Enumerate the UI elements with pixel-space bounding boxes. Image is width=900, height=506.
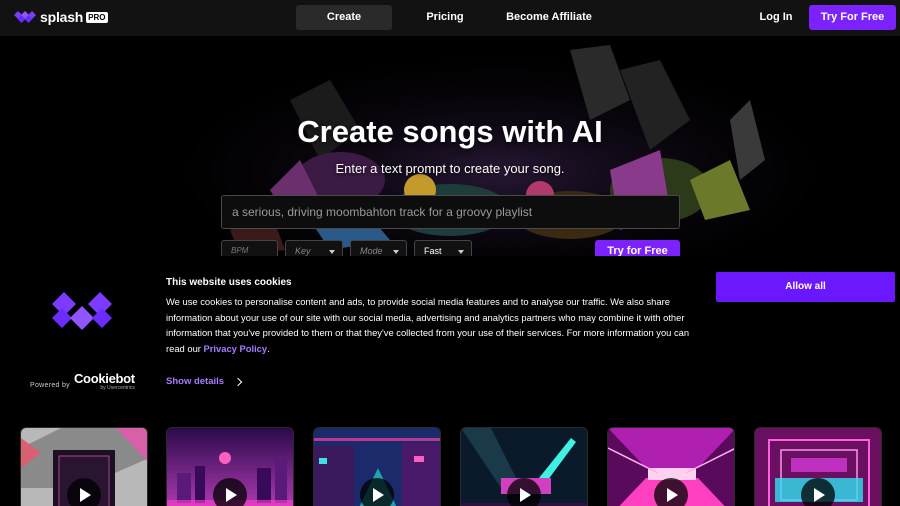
chevron-down-icon xyxy=(329,250,335,254)
powered-by-label: Powered by xyxy=(30,382,70,389)
cookiebot-logo-icon xyxy=(52,292,112,330)
privacy-policy-link[interactable]: Privacy Policy xyxy=(204,343,268,354)
splash-logo-icon xyxy=(14,11,36,23)
powered-by-cookiebot[interactable]: Powered by Cookiebot by Usercentrics xyxy=(30,372,135,391)
cookiebot-name: Cookiebot xyxy=(73,371,135,386)
chevron-down-icon xyxy=(458,250,464,254)
cookie-body: We use cookies to personalise content an… xyxy=(166,294,706,356)
show-details-label: Show details xyxy=(166,376,225,387)
track-card-2[interactable] xyxy=(166,427,294,506)
show-details-button[interactable]: Show details xyxy=(166,376,243,387)
track-card-6[interactable] xyxy=(754,427,882,506)
song-prompt-input[interactable]: a serious, driving moombahton track for … xyxy=(221,195,680,229)
play-icon[interactable] xyxy=(213,478,247,506)
play-icon[interactable] xyxy=(67,478,101,506)
nav-try-for-free-button[interactable]: Try For Free xyxy=(809,5,896,30)
top-nav: splash PRO Create Pricing Become Affilia… xyxy=(0,0,900,36)
brand-badge: PRO xyxy=(86,11,108,23)
login-link[interactable]: Log In xyxy=(748,5,804,30)
play-icon[interactable] xyxy=(801,478,835,506)
key-placeholder: Key xyxy=(295,246,311,256)
track-card-4[interactable] xyxy=(460,427,588,506)
hero-title: Create songs with AI xyxy=(297,114,603,149)
play-icon[interactable] xyxy=(507,478,541,506)
track-card-3[interactable] xyxy=(313,427,441,506)
hero-subtitle: Enter a text prompt to create your song. xyxy=(335,161,565,176)
nav-become-affiliate[interactable]: Become Affiliate xyxy=(502,5,596,30)
cookie-body-end: . xyxy=(267,342,270,354)
brand-logo[interactable]: splash PRO xyxy=(14,9,108,25)
chevron-right-icon xyxy=(233,377,243,386)
nav-create[interactable]: Create xyxy=(296,5,392,30)
track-card-1[interactable] xyxy=(20,427,148,506)
bpm-placeholder: BPM xyxy=(231,246,249,255)
nav-pricing[interactable]: Pricing xyxy=(414,5,476,30)
chevron-down-icon xyxy=(393,250,399,254)
allow-all-button[interactable]: Allow all xyxy=(716,272,895,302)
track-card-5[interactable] xyxy=(607,427,735,506)
mode-placeholder: Mode xyxy=(360,246,383,256)
brand-name: splash xyxy=(40,9,84,25)
play-icon[interactable] xyxy=(654,478,688,506)
cookiebot-brand: Cookiebot by Usercentrics xyxy=(74,372,135,391)
cookie-title: This website uses cookies xyxy=(166,277,292,288)
speed-value: Fast xyxy=(424,246,442,256)
play-icon[interactable] xyxy=(360,478,394,506)
